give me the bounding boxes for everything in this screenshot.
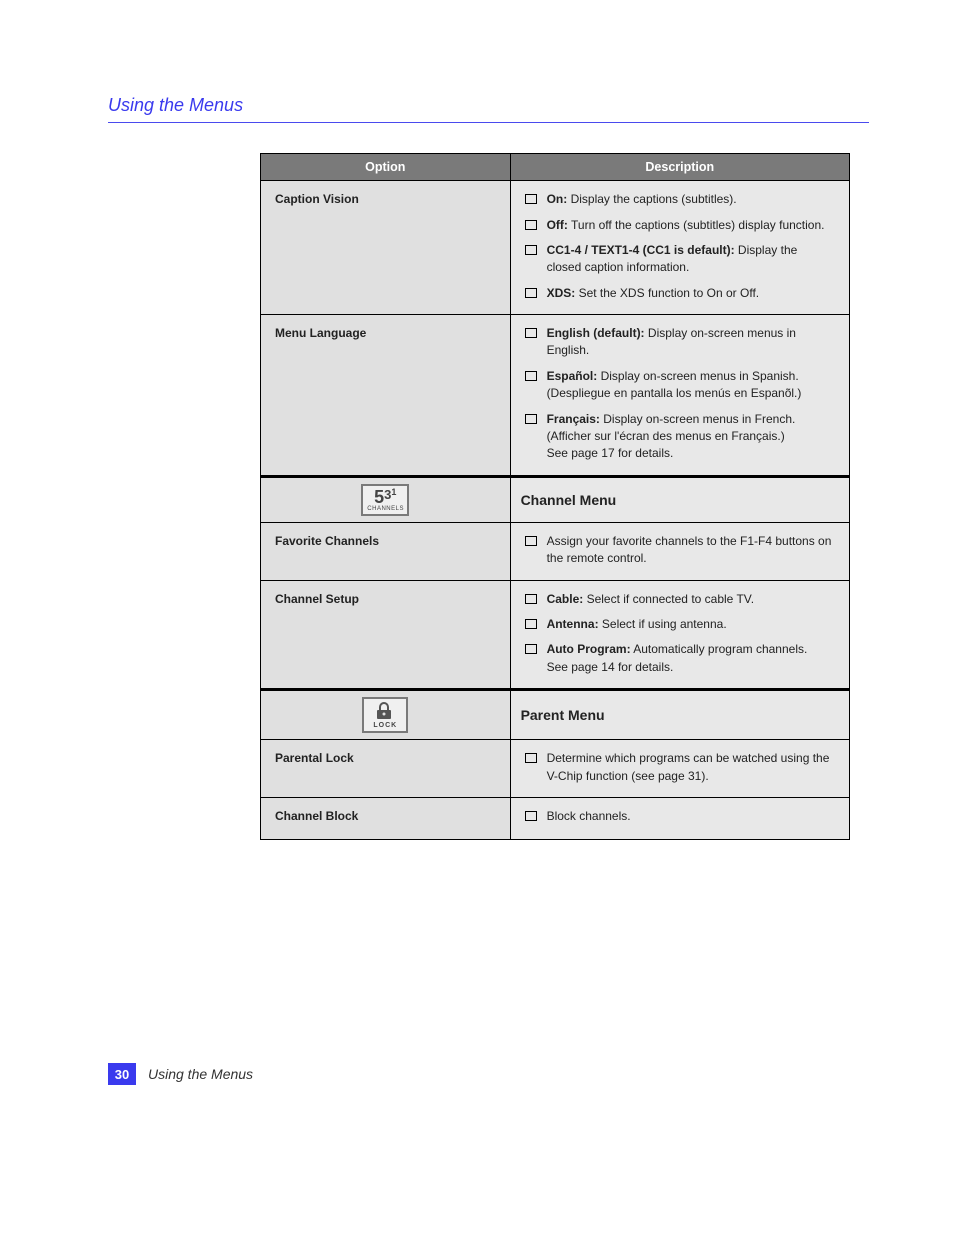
list-item: Cable: Select if connected to cable TV. xyxy=(525,591,835,608)
table-header-row: OptionDescription xyxy=(261,154,850,181)
section-icon-cell: 531CHANNELS xyxy=(261,476,511,522)
bullet-icon xyxy=(525,371,537,381)
bullet-icon xyxy=(525,619,537,629)
header-rule xyxy=(108,122,869,123)
list-item-text: On: Display the captions (subtitles). xyxy=(547,191,835,208)
bullet-icon xyxy=(525,536,537,546)
option-name-cell: Channel Block xyxy=(261,797,511,839)
column-header-option: Option xyxy=(261,154,511,181)
table-row: Channel Block Block channels. xyxy=(261,797,850,839)
option-name-cell: Caption Vision xyxy=(261,181,511,315)
list-item-text: Auto Program: Automatically program chan… xyxy=(547,641,835,676)
section-row: LOCK Parent Menu xyxy=(261,690,850,740)
option-description-cell: On: Display the captions (subtitles). Off… xyxy=(510,181,849,315)
table-row: Channel Setup Cable: Select if connected … xyxy=(261,580,850,690)
table-row: Parental Lock Determine which programs ca… xyxy=(261,740,850,798)
section-title: Channel Menu xyxy=(510,476,849,522)
bullet-icon xyxy=(525,811,537,821)
list-item-text: Determine which programs can be watched … xyxy=(547,750,835,785)
list-item: CC1-4 / TEXT1-4 (CC1 is default): Displa… xyxy=(525,242,835,277)
option-name: Channel Block xyxy=(275,808,496,825)
bullet-icon xyxy=(525,220,537,230)
list-item-text: Français: Display on-screen menus in Fre… xyxy=(547,411,835,463)
list-item-text: Off: Turn off the captions (subtitles) d… xyxy=(547,217,835,234)
list-item-text: Español: Display on-screen menus in Span… xyxy=(547,368,835,403)
option-name-cell: Parental Lock xyxy=(261,740,511,798)
list-item: Block channels. xyxy=(525,808,835,825)
column-header-description: Description xyxy=(510,154,849,181)
running-header: Using the Menus xyxy=(108,95,869,116)
section-row: 531CHANNELS Channel Menu xyxy=(261,476,850,522)
bullet-icon xyxy=(525,194,537,204)
bullet-icon xyxy=(525,328,537,338)
list-item: Determine which programs can be watched … xyxy=(525,750,835,785)
option-name: Parental Lock xyxy=(275,750,496,767)
channels-icon: 531CHANNELS xyxy=(361,484,409,516)
option-description-cell: English (default): Display on-screen men… xyxy=(510,315,849,477)
bullet-icon xyxy=(525,414,537,424)
option-name-cell: Menu Language xyxy=(261,315,511,477)
bullet-icon xyxy=(525,594,537,604)
option-name-cell: Channel Setup xyxy=(261,580,511,690)
option-name: Caption Vision xyxy=(275,191,496,208)
footer-section-title: Using the Menus xyxy=(148,1063,253,1085)
bullet-icon xyxy=(525,753,537,763)
option-name: Menu Language xyxy=(275,325,496,342)
list-item-text: Cable: Select if connected to cable TV. xyxy=(547,591,835,608)
list-item: Assign your favorite channels to the F1-… xyxy=(525,533,835,568)
list-item-text: CC1-4 / TEXT1-4 (CC1 is default): Displa… xyxy=(547,242,835,277)
option-name: Channel Setup xyxy=(275,591,496,608)
list-item: Español: Display on-screen menus in Span… xyxy=(525,368,835,403)
list-item-text: Antenna: Select if using antenna. xyxy=(547,616,835,633)
list-item: Antenna: Select if using antenna. xyxy=(525,616,835,633)
list-item: English (default): Display on-screen men… xyxy=(525,325,835,360)
list-item: Français: Display on-screen menus in Fre… xyxy=(525,411,835,463)
options-table: OptionDescription Caption Vision On: Displ… xyxy=(260,153,850,840)
list-item-text: XDS: Set the XDS function to On or Off. xyxy=(547,285,835,302)
page-number-badge: 30 xyxy=(108,1063,136,1085)
list-item-text: Block channels. xyxy=(547,808,835,825)
option-description-cell: Block channels. xyxy=(510,797,849,839)
list-item: Off: Turn off the captions (subtitles) d… xyxy=(525,217,835,234)
bullet-icon xyxy=(525,644,537,654)
bullet-icon xyxy=(525,245,537,255)
section-icon-cell: LOCK xyxy=(261,690,511,740)
lock-icon: LOCK xyxy=(362,697,408,733)
list-item-text: English (default): Display on-screen men… xyxy=(547,325,835,360)
option-description-cell: Determine which programs can be watched … xyxy=(510,740,849,798)
option-description-cell: Cable: Select if connected to cable TV. A… xyxy=(510,580,849,690)
list-item: XDS: Set the XDS function to On or Off. xyxy=(525,285,835,302)
table-row: Menu Language English (default): Display … xyxy=(261,315,850,477)
section-title: Parent Menu xyxy=(510,690,849,740)
option-name: Favorite Channels xyxy=(275,533,496,550)
list-item: On: Display the captions (subtitles). xyxy=(525,191,835,208)
option-name-cell: Favorite Channels xyxy=(261,522,511,580)
table-row: Caption Vision On: Display the captions (… xyxy=(261,181,850,315)
list-item: Auto Program: Automatically program chan… xyxy=(525,641,835,676)
list-item-text: Assign your favorite channels to the F1-… xyxy=(547,533,835,568)
bullet-icon xyxy=(525,288,537,298)
option-description-cell: Assign your favorite channels to the F1-… xyxy=(510,522,849,580)
table-row: Favorite Channels Assign your favorite ch… xyxy=(261,522,850,580)
